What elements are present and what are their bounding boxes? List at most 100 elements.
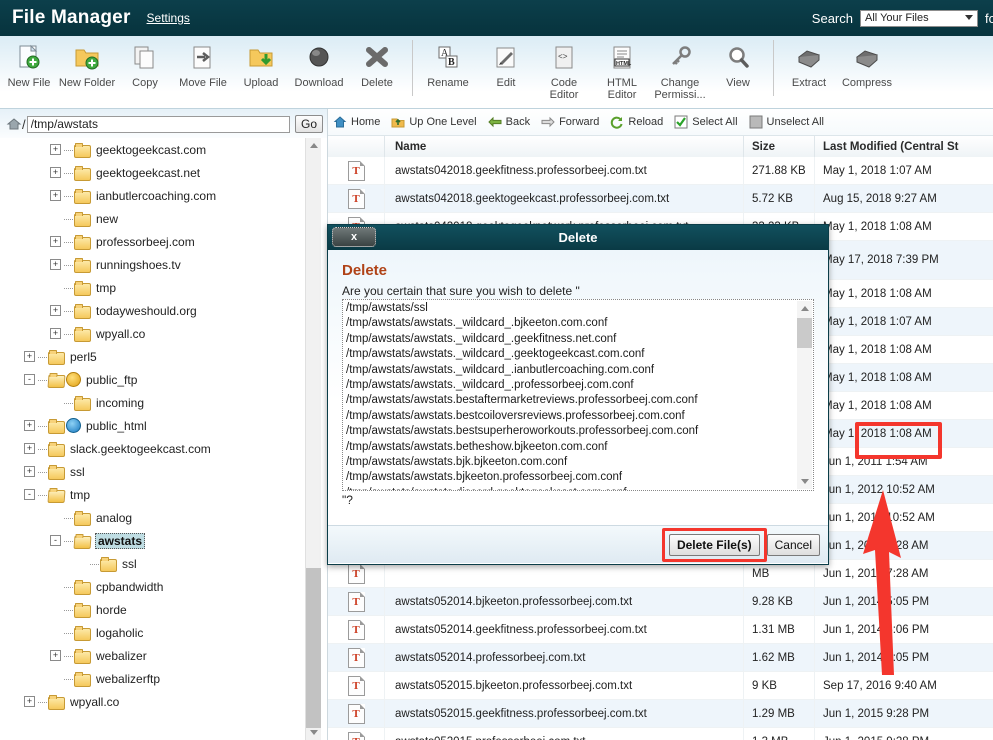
table-row[interactable]: Tawstats052015.bjkeeton.professorbeej.co… bbox=[328, 672, 993, 700]
go-button[interactable]: Go bbox=[295, 115, 323, 133]
toolbar-edit[interactable]: Edit bbox=[477, 36, 535, 89]
toolbar-delete[interactable]: Delete bbox=[348, 36, 406, 89]
tree-item-runningshoes-tv[interactable]: +runningshoes.tv bbox=[0, 253, 327, 276]
dialog-heading: Delete bbox=[342, 262, 814, 279]
tree-item-todayweshould-org[interactable]: +todayweshould.org bbox=[0, 299, 327, 322]
toolbar-change-permissions[interactable]: Change Permissi... bbox=[651, 36, 709, 101]
text-file-icon: T bbox=[348, 161, 365, 181]
tree-expand-icon[interactable]: + bbox=[50, 650, 61, 661]
delete-list-scrollbar-thumb[interactable] bbox=[797, 318, 812, 348]
tree-expand-icon[interactable]: + bbox=[50, 259, 61, 270]
tree-item-ianbutlercoaching-com[interactable]: +ianbutlercoaching.com bbox=[0, 184, 327, 207]
file-nav-home[interactable]: Home bbox=[333, 115, 380, 129]
file-type-cell: T bbox=[328, 700, 385, 727]
table-row[interactable]: Tawstats052015.geekfitness.professorbeej… bbox=[328, 700, 993, 728]
tree-item-analog[interactable]: analog bbox=[0, 506, 327, 529]
file-nav-unselect-all[interactable]: Unselect All bbox=[749, 115, 824, 129]
tree-scrollbar-thumb[interactable] bbox=[306, 568, 321, 728]
file-nav-select-all[interactable]: Select All bbox=[674, 115, 737, 129]
folder-icon bbox=[74, 281, 90, 294]
cancel-button[interactable]: Cancel bbox=[767, 534, 820, 556]
tree-collapse-icon[interactable]: - bbox=[50, 535, 61, 546]
tree-item-geektogeekcast-com[interactable]: +geektogeekcast.com bbox=[0, 138, 327, 161]
delete-list-scrollbar[interactable] bbox=[797, 301, 812, 489]
tree-item-tmp[interactable]: -tmp bbox=[0, 483, 327, 506]
toolbar-copy[interactable]: Copy bbox=[116, 36, 174, 89]
toolbar-download[interactable]: Download bbox=[290, 36, 348, 89]
dialog-footer: Delete File(s) Cancel bbox=[328, 525, 828, 563]
toolbar-compress[interactable]: Compress bbox=[838, 36, 896, 89]
tree-connector bbox=[64, 218, 73, 220]
path-input[interactable] bbox=[27, 116, 290, 133]
tree-item-wpyall-co[interactable]: +wpyall.co bbox=[0, 322, 327, 345]
file-modified-cell: Aug 15, 2018 9:27 AM bbox=[815, 185, 993, 212]
tree-item-public-ftp[interactable]: -public_ftp bbox=[0, 368, 327, 391]
folder-icon bbox=[48, 350, 64, 363]
toolbar-code-editor[interactable]: <> Code Editor bbox=[535, 36, 593, 101]
tree-expand-icon[interactable]: + bbox=[24, 696, 35, 707]
tree-item-public-html[interactable]: +public_html bbox=[0, 414, 327, 437]
column-header-name[interactable]: Name bbox=[385, 136, 744, 158]
file-nav-back[interactable]: Back bbox=[488, 115, 530, 129]
table-row[interactable]: Tawstats052015.professorbeej.com.txt1.3 … bbox=[328, 728, 993, 740]
tree-collapse-icon[interactable]: - bbox=[24, 489, 35, 500]
toolbar-delete-label: Delete bbox=[348, 77, 406, 89]
tree-item-tmp[interactable]: tmp bbox=[0, 276, 327, 299]
toolbar-move-file[interactable]: Move File bbox=[174, 36, 232, 89]
tree-expand-icon[interactable]: + bbox=[50, 236, 61, 247]
tree-expand-icon[interactable]: + bbox=[24, 466, 35, 477]
tree-scroll-down-arrow[interactable] bbox=[306, 725, 321, 740]
table-row[interactable]: Tawstats042018.geekfitness.professorbeej… bbox=[328, 157, 993, 185]
delete-list-scroll-up-arrow[interactable] bbox=[797, 301, 812, 316]
tree-expand-icon[interactable]: + bbox=[50, 328, 61, 339]
tree-item-horde[interactable]: horde bbox=[0, 598, 327, 621]
toolbar-view[interactable]: View bbox=[709, 36, 767, 89]
settings-link[interactable]: Settings bbox=[147, 11, 190, 25]
delete-path-list[interactable]: /tmp/awstats/ssl/tmp/awstats/awstats._wi… bbox=[342, 299, 814, 491]
tree-item-slack-geektogeekcast-com[interactable]: +slack.geektogeekcast.com bbox=[0, 437, 327, 460]
tree-expand-icon[interactable]: + bbox=[50, 190, 61, 201]
page-title: File Manager bbox=[12, 7, 131, 29]
tree-item-logaholic[interactable]: logaholic bbox=[0, 621, 327, 644]
tree-item-perl5[interactable]: +perl5 bbox=[0, 345, 327, 368]
delete-list-scroll-down-arrow[interactable] bbox=[797, 474, 812, 489]
toolbar-new-folder[interactable]: New Folder bbox=[58, 36, 116, 89]
column-header-modified[interactable]: Last Modified (Central St bbox=[815, 136, 993, 158]
tree-item-ssl[interactable]: ssl bbox=[0, 552, 327, 575]
tree-item-professorbeej-com[interactable]: +professorbeej.com bbox=[0, 230, 327, 253]
tree-connector bbox=[64, 540, 73, 542]
table-row[interactable]: Tawstats042018.geektogeekcast.professorb… bbox=[328, 185, 993, 213]
tree-expand-icon[interactable]: + bbox=[24, 351, 35, 362]
tree-expand-icon[interactable]: + bbox=[50, 144, 61, 155]
tree-item-ssl[interactable]: +ssl bbox=[0, 460, 327, 483]
close-icon[interactable]: x bbox=[332, 227, 376, 247]
delete-files-button[interactable]: Delete File(s) bbox=[669, 534, 760, 556]
tree-item-geektogeekcast-net[interactable]: +geektogeekcast.net bbox=[0, 161, 327, 184]
tree-collapse-icon[interactable]: - bbox=[24, 374, 35, 385]
search-scope-select[interactable]: All Your Files bbox=[860, 10, 978, 27]
file-nav-reload[interactable]: Reload bbox=[610, 115, 663, 129]
tree-scrollbar[interactable] bbox=[305, 138, 321, 740]
tree-item-webalizerftp[interactable]: webalizerftp bbox=[0, 667, 327, 690]
tree-connector bbox=[64, 264, 73, 266]
tree-item-incoming[interactable]: incoming bbox=[0, 391, 327, 414]
file-nav-forward[interactable]: Forward bbox=[541, 115, 599, 129]
tree-item-awstats[interactable]: -awstats bbox=[0, 529, 327, 552]
tree-item-cpbandwidth[interactable]: cpbandwidth bbox=[0, 575, 327, 598]
tree-expand-icon[interactable]: + bbox=[50, 305, 61, 316]
toolbar-html-editor[interactable]: HTML HTML Editor bbox=[593, 36, 651, 101]
tree-item-webalizer[interactable]: +webalizer bbox=[0, 644, 327, 667]
tree-expand-icon[interactable]: + bbox=[24, 443, 35, 454]
file-nav-up-one-level[interactable]: Up One Level bbox=[391, 115, 476, 129]
tree-expand-icon[interactable]: + bbox=[24, 420, 35, 431]
tree-item-wpyall-co[interactable]: +wpyall.co bbox=[0, 690, 327, 713]
toolbar-upload[interactable]: Upload bbox=[232, 36, 290, 89]
toolbar-rename[interactable]: AB Rename bbox=[419, 36, 477, 89]
tree-expand-icon[interactable]: + bbox=[50, 167, 61, 178]
tree-item-new[interactable]: new bbox=[0, 207, 327, 230]
tree-scroll-up-arrow[interactable] bbox=[306, 138, 321, 153]
toolbar-new-file[interactable]: New File bbox=[0, 36, 58, 89]
column-header-size[interactable]: Size bbox=[744, 136, 815, 158]
toolbar-extract[interactable]: Extract bbox=[780, 36, 838, 89]
home-path-icon[interactable]: / bbox=[6, 117, 26, 132]
